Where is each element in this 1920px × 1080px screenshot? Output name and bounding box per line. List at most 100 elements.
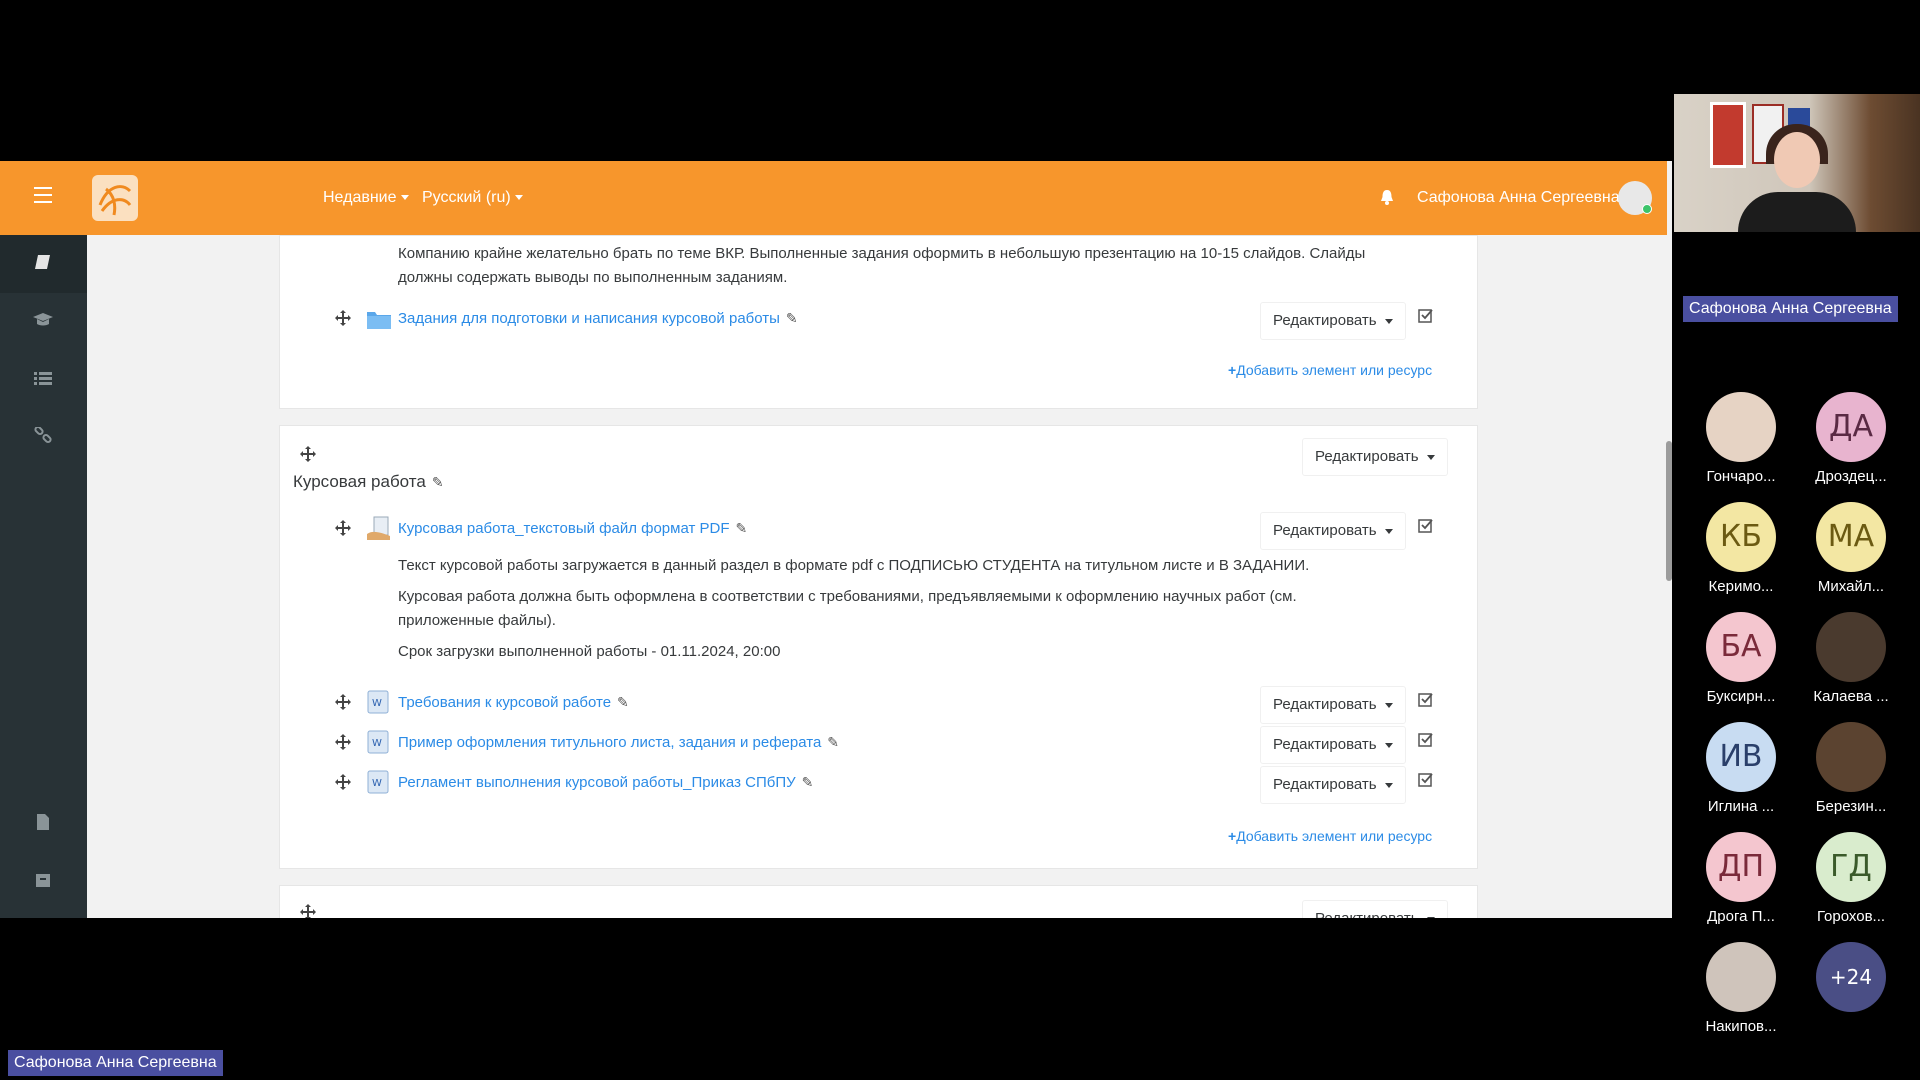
chevron-down-icon <box>1384 782 1393 788</box>
user-name[interactable]: Сафонова Анна Сергеевна <box>1417 189 1620 207</box>
completion-checkbox-icon[interactable] <box>1418 692 1434 708</box>
pencil-icon[interactable]: ✎ <box>802 774 814 791</box>
word-document-icon: W <box>366 770 392 794</box>
participant-tile[interactable]: Березин... <box>1796 722 1906 815</box>
edit-dropdown-button[interactable]: Редактировать <box>1260 766 1406 804</box>
page-scrollbar[interactable] <box>1666 441 1672 581</box>
participant-name: Накипов... <box>1705 1018 1777 1035</box>
add-resource-link[interactable]: +Добавить элемент или ресурс <box>1228 362 1432 378</box>
participant-tile[interactable]: Накипов... <box>1686 942 1796 1035</box>
edit-dropdown-button[interactable]: Редактировать <box>1260 302 1406 340</box>
presenter-figure <box>1738 192 1856 232</box>
add-resource-label: Добавить элемент или ресурс <box>1236 362 1433 378</box>
pencil-icon[interactable]: ✎ <box>432 474 444 491</box>
folder-link[interactable]: Задания для подготовки и написания курсо… <box>398 310 798 327</box>
sidebar-archive-icon[interactable] <box>30 871 56 893</box>
course-section-card: Редактировать <box>279 885 1478 918</box>
active-speaker-label: Сафонова Анна Сергеевна <box>8 1050 223 1076</box>
participant-avatar <box>1706 942 1776 1012</box>
sidebar-book-icon[interactable] <box>30 253 56 275</box>
bell-icon[interactable] <box>1380 189 1394 205</box>
pencil-icon[interactable]: ✎ <box>786 310 798 327</box>
edit-dropdown-button[interactable]: Редактировать <box>1260 686 1406 724</box>
file-link[interactable]: Пример оформления титульного листа, зада… <box>398 734 839 751</box>
chevron-down-icon <box>1384 318 1393 324</box>
participant-tile[interactable]: КБ Керимо... <box>1686 502 1796 595</box>
participant-name: Калаева ... <box>1813 688 1889 705</box>
chevron-down-icon <box>1426 916 1435 918</box>
course-section-card: Компанию крайне желательно брать по теме… <box>279 235 1478 409</box>
section-summary-text: Компанию крайне желательно брать по теме… <box>398 242 1458 290</box>
participant-initials: +24 <box>1829 965 1873 989</box>
hamburger-menu-icon[interactable] <box>34 187 52 203</box>
participant-tile[interactable]: МА Михайл... <box>1796 502 1906 595</box>
course-section-card: Курсовая работа ✎ Редактировать Курсовая … <box>279 425 1478 869</box>
file-link[interactable]: Требования к курсовой работе ✎ <box>398 694 629 711</box>
add-resource-link[interactable]: +Добавить элемент или ресурс <box>1228 828 1432 844</box>
sidebar-graduation-cap-icon[interactable] <box>30 311 56 333</box>
chevron-down-icon <box>1426 454 1435 460</box>
move-icon[interactable] <box>335 310 351 326</box>
edit-label: Редактировать <box>1273 522 1377 539</box>
participant-initials: ДА <box>1829 409 1873 444</box>
completion-checkbox-icon[interactable] <box>1418 308 1434 324</box>
move-icon[interactable] <box>335 734 351 750</box>
description-line: Курсовая работа должна быть оформлена в … <box>398 588 1297 605</box>
chevron-down-icon <box>1384 528 1393 534</box>
participant-initials: ИВ <box>1719 739 1763 774</box>
folder-link-label: Задания для подготовки и написания курсо… <box>398 310 780 327</box>
participant-tile[interactable]: ГД Горохов... <box>1796 832 1906 925</box>
more-participants-tile[interactable]: +24 <box>1796 942 1906 1018</box>
completion-checkbox-icon[interactable] <box>1418 518 1434 534</box>
move-icon[interactable] <box>335 520 351 536</box>
deadline-text: Срок загрузки выполненной работы - 01.11… <box>398 643 781 660</box>
completion-checkbox-icon[interactable] <box>1418 772 1434 788</box>
assignment-link[interactable]: Курсовая работа_текстовый файл формат PD… <box>398 520 747 537</box>
site-logo[interactable] <box>92 175 138 221</box>
participant-tile[interactable]: Калаева ... <box>1796 612 1906 705</box>
file-link[interactable]: Регламент выполнения курсовой работы_При… <box>398 774 813 791</box>
assignment-icon <box>366 516 392 540</box>
participant-avatar <box>1816 612 1886 682</box>
pencil-icon[interactable]: ✎ <box>617 694 629 711</box>
edit-dropdown-button[interactable]: Редактировать <box>1260 726 1406 764</box>
participant-tile[interactable]: БА Буксирн... <box>1686 612 1796 705</box>
participant-avatar <box>1706 392 1776 462</box>
completion-checkbox-icon[interactable] <box>1418 732 1434 748</box>
participant-initials: ДП <box>1718 849 1764 884</box>
participant-name: Михайл... <box>1817 578 1885 595</box>
participant-name: Гончаро... <box>1706 468 1776 485</box>
sidebar-list-icon[interactable] <box>30 369 56 391</box>
sidebar-file-icon[interactable] <box>30 813 56 835</box>
section-edit-dropdown-button[interactable]: Редактировать <box>1302 438 1448 476</box>
description-line: Текст курсовой работы загружается в данн… <box>398 557 1310 574</box>
top-navbar: Недавние Русский (ru) Сафонова Анна Серг… <box>0 161 1667 235</box>
pencil-icon[interactable]: ✎ <box>736 520 748 537</box>
participant-tile[interactable]: ИВ Иглина ... <box>1686 722 1796 815</box>
user-avatar[interactable] <box>1618 181 1652 215</box>
section-edit-dropdown-button[interactable]: Редактировать <box>1302 900 1448 918</box>
pencil-icon[interactable]: ✎ <box>827 734 839 751</box>
description-line: приложенные файлы). <box>398 612 556 629</box>
summary-line: Компанию крайне желательно брать по теме… <box>398 245 1366 262</box>
presenter-name-label: Сафонова Анна Сергеевна <box>1683 296 1898 322</box>
participant-initials: БА <box>1720 629 1762 664</box>
participant-tile[interactable]: ДП Дрога П... <box>1686 832 1796 925</box>
online-status-dot <box>1642 204 1652 214</box>
participant-tile[interactable]: Гончаро... <box>1686 392 1796 485</box>
participant-initials: ГД <box>1830 849 1872 884</box>
presenter-video[interactable] <box>1674 94 1920 232</box>
move-icon[interactable] <box>335 694 351 710</box>
participant-avatar: КБ <box>1706 502 1776 572</box>
edit-dropdown-button[interactable]: Редактировать <box>1260 512 1406 550</box>
assignment-link-label: Курсовая работа_текстовый файл формат PD… <box>398 520 730 537</box>
move-icon[interactable] <box>300 904 316 918</box>
recent-menu[interactable]: Недавние <box>323 189 409 207</box>
language-menu[interactable]: Русский (ru) <box>422 189 523 207</box>
move-icon[interactable] <box>300 446 316 462</box>
sidebar-link-icon[interactable] <box>30 425 56 449</box>
participant-name: Горохов... <box>1816 908 1886 925</box>
participant-tile[interactable]: ДА Дроздец... <box>1796 392 1906 485</box>
move-icon[interactable] <box>335 774 351 790</box>
word-document-icon: W <box>366 690 392 714</box>
